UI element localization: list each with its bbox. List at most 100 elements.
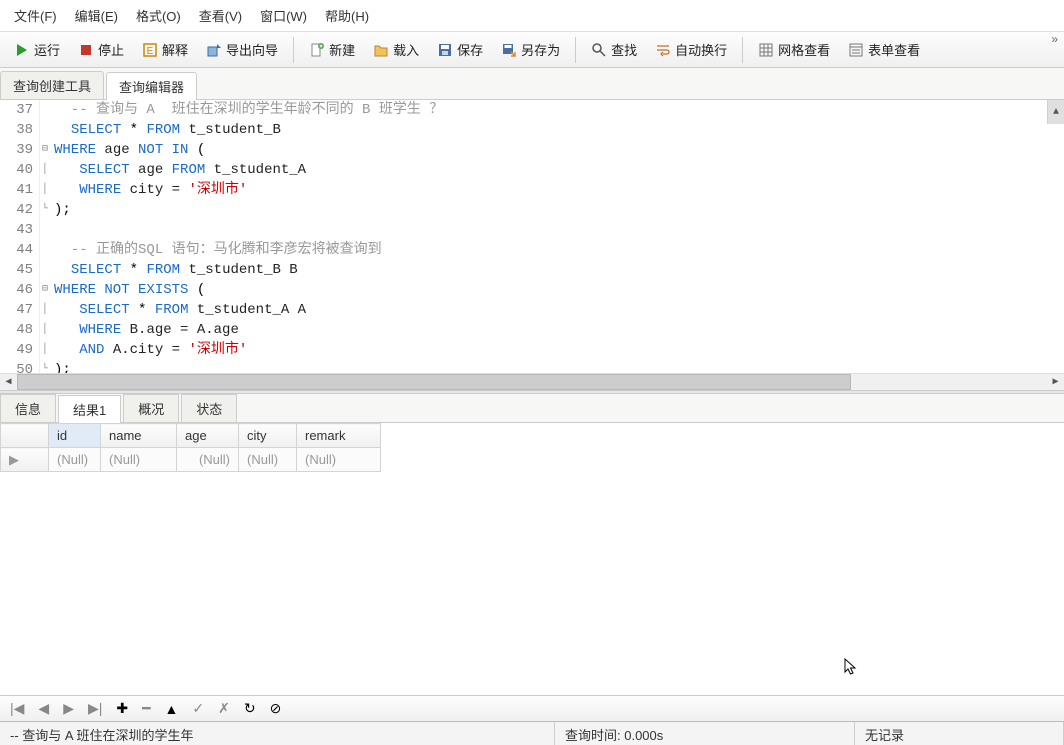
code-text[interactable]: WHERE B.age = A.age	[52, 320, 239, 340]
cell-age[interactable]: (Null)	[177, 448, 239, 472]
cell-remark[interactable]: (Null)	[297, 448, 381, 472]
line-number: 44	[0, 240, 40, 260]
column-header-city[interactable]: city	[239, 424, 297, 448]
line-number: 37	[0, 100, 40, 120]
code-line[interactable]: 46⊟WHERE NOT EXISTS (	[0, 280, 1064, 300]
nav-edit-button[interactable]: ▲	[165, 701, 179, 717]
table-row[interactable]: ▶(Null)(Null)(Null)(Null)(Null)	[1, 448, 381, 472]
nav-prev-button[interactable]: ◀	[38, 700, 49, 717]
results-grid[interactable]: idnameagecityremark▶(Null)(Null)(Null)(N…	[0, 423, 1064, 695]
nav-add-button[interactable]: ✚	[116, 700, 128, 717]
code-line[interactable]: 40│ SELECT age FROM t_student_A	[0, 160, 1064, 180]
column-header-remark[interactable]: remark	[297, 424, 381, 448]
statusbar: -- 查询与 A 班住在深圳的学生年 查询时间: 0.000s 无记录	[0, 721, 1064, 745]
code-line[interactable]: 39⊟WHERE age NOT IN (	[0, 140, 1064, 160]
tab-query-editor[interactable]: 查询编辑器	[106, 72, 197, 100]
nav-delete-button[interactable]: ━	[142, 700, 150, 717]
fold-gutter[interactable]: ⊟	[40, 140, 52, 160]
toolbar-overflow[interactable]: »	[1051, 32, 1058, 46]
nav-stop-button[interactable]: ⊘	[270, 700, 282, 717]
code-text[interactable]: SELECT * FROM t_student_B	[52, 120, 281, 140]
menu-file[interactable]: 文件(F)	[8, 4, 63, 27]
scroll-left-button[interactable]: ◀	[0, 374, 17, 391]
scrollbar-track[interactable]	[17, 374, 1047, 390]
explain-label: 解释	[162, 40, 188, 59]
horizontal-scrollbar[interactable]: ◀ ▶	[0, 373, 1064, 390]
nav-first-button[interactable]: |◀	[10, 700, 24, 717]
save-as-button[interactable]: 另存为	[493, 36, 568, 63]
column-header-name[interactable]: name	[101, 424, 177, 448]
form-view-button[interactable]: 表单查看	[840, 36, 928, 63]
code-line[interactable]: 41│ WHERE city = '深圳市'	[0, 180, 1064, 200]
explain-icon: E	[142, 42, 158, 58]
line-number: 47	[0, 300, 40, 320]
explain-button[interactable]: E 解释	[134, 36, 196, 63]
code-line[interactable]: 42└);	[0, 200, 1064, 220]
new-button[interactable]: 新建	[301, 36, 363, 63]
fold-gutter: │	[40, 160, 52, 180]
line-number: 46	[0, 280, 40, 300]
wrap-icon	[655, 42, 671, 58]
scroll-up-button[interactable]: ▲	[1047, 100, 1064, 124]
cell-id[interactable]: (Null)	[49, 448, 101, 472]
line-number: 39	[0, 140, 40, 160]
menu-window[interactable]: 窗口(W)	[254, 4, 313, 27]
code-text[interactable]: SELECT * FROM t_student_A A	[52, 300, 306, 320]
results-table[interactable]: idnameagecityremark▶(Null)(Null)(Null)(N…	[0, 423, 381, 472]
cell-name[interactable]: (Null)	[101, 448, 177, 472]
code-line[interactable]: 50└);	[0, 360, 1064, 373]
code-line[interactable]: 48│ WHERE B.age = A.age	[0, 320, 1064, 340]
nav-last-button[interactable]: ▶|	[88, 700, 102, 717]
code-line[interactable]: 37 -- 查询与 A 班住在深圳的学生年龄不同的 B 班学生 ？	[0, 100, 1064, 120]
row-marker-header	[1, 424, 49, 448]
code-text[interactable]: SELECT * FROM t_student_B B	[52, 260, 298, 280]
menu-edit[interactable]: 编辑(E)	[69, 4, 124, 27]
auto-wrap-button[interactable]: 自动换行	[647, 36, 735, 63]
nav-refresh-button[interactable]: ↻	[244, 700, 256, 717]
scrollbar-thumb[interactable]	[17, 374, 851, 390]
code-text[interactable]: -- 正确的SQL 语句：马化腾和李彦宏将被查询到	[52, 240, 382, 260]
export-wizard-button[interactable]: 导出向导	[198, 36, 286, 63]
results-tab-status[interactable]: 状态	[181, 394, 237, 422]
column-header-age[interactable]: age	[177, 424, 239, 448]
find-button[interactable]: 查找	[583, 36, 645, 63]
code-line[interactable]: 38 SELECT * FROM t_student_B	[0, 120, 1064, 140]
code-line[interactable]: 49│ AND A.city = '深圳市'	[0, 340, 1064, 360]
code-text[interactable]: WHERE NOT EXISTS (	[52, 280, 205, 300]
code-line[interactable]: 44 -- 正确的SQL 语句：马化腾和李彦宏将被查询到	[0, 240, 1064, 260]
load-button[interactable]: 载入	[365, 36, 427, 63]
results-tab-info[interactable]: 信息	[0, 394, 56, 422]
menu-help[interactable]: 帮助(H)	[319, 4, 375, 27]
code-text[interactable]: WHERE age NOT IN (	[52, 140, 205, 160]
tab-query-builder[interactable]: 查询创建工具	[0, 71, 104, 99]
stop-button[interactable]: 停止	[70, 36, 132, 63]
code-editor[interactable]: ▲ 37 -- 查询与 A 班住在深圳的学生年龄不同的 B 班学生 ？38 SE…	[0, 100, 1064, 390]
code-text[interactable]: );	[52, 200, 71, 220]
code-text[interactable]	[52, 220, 54, 240]
code-text[interactable]: SELECT age FROM t_student_A	[52, 160, 306, 180]
auto-wrap-label: 自动换行	[675, 40, 727, 59]
nav-next-button[interactable]: ▶	[63, 700, 74, 717]
line-number: 41	[0, 180, 40, 200]
nav-commit-button[interactable]: ✓	[192, 700, 204, 717]
code-text[interactable]: AND A.city = '深圳市'	[52, 340, 247, 360]
code-line[interactable]: 45 SELECT * FROM t_student_B B	[0, 260, 1064, 280]
grid-view-button[interactable]: 网格查看	[750, 36, 838, 63]
code-line[interactable]: 47│ SELECT * FROM t_student_A A	[0, 300, 1064, 320]
scroll-right-button[interactable]: ▶	[1047, 374, 1064, 391]
run-button[interactable]: 运行	[6, 36, 68, 63]
save-button[interactable]: 保存	[429, 36, 491, 63]
stop-icon	[78, 42, 94, 58]
code-text[interactable]: -- 查询与 A 班住在深圳的学生年龄不同的 B 班学生 ？	[52, 100, 443, 120]
code-line[interactable]: 43	[0, 220, 1064, 240]
menu-view[interactable]: 查看(V)	[193, 4, 248, 27]
code-text[interactable]: );	[52, 360, 71, 373]
results-tab-result1[interactable]: 结果1	[58, 395, 121, 423]
cell-city[interactable]: (Null)	[239, 448, 297, 472]
code-text[interactable]: WHERE city = '深圳市'	[52, 180, 247, 200]
results-tab-profile[interactable]: 概况	[123, 394, 179, 422]
fold-gutter[interactable]: ⊟	[40, 280, 52, 300]
column-header-id[interactable]: id	[49, 424, 101, 448]
menu-format[interactable]: 格式(O)	[130, 4, 187, 27]
nav-cancel-button[interactable]: ✗	[218, 700, 230, 717]
